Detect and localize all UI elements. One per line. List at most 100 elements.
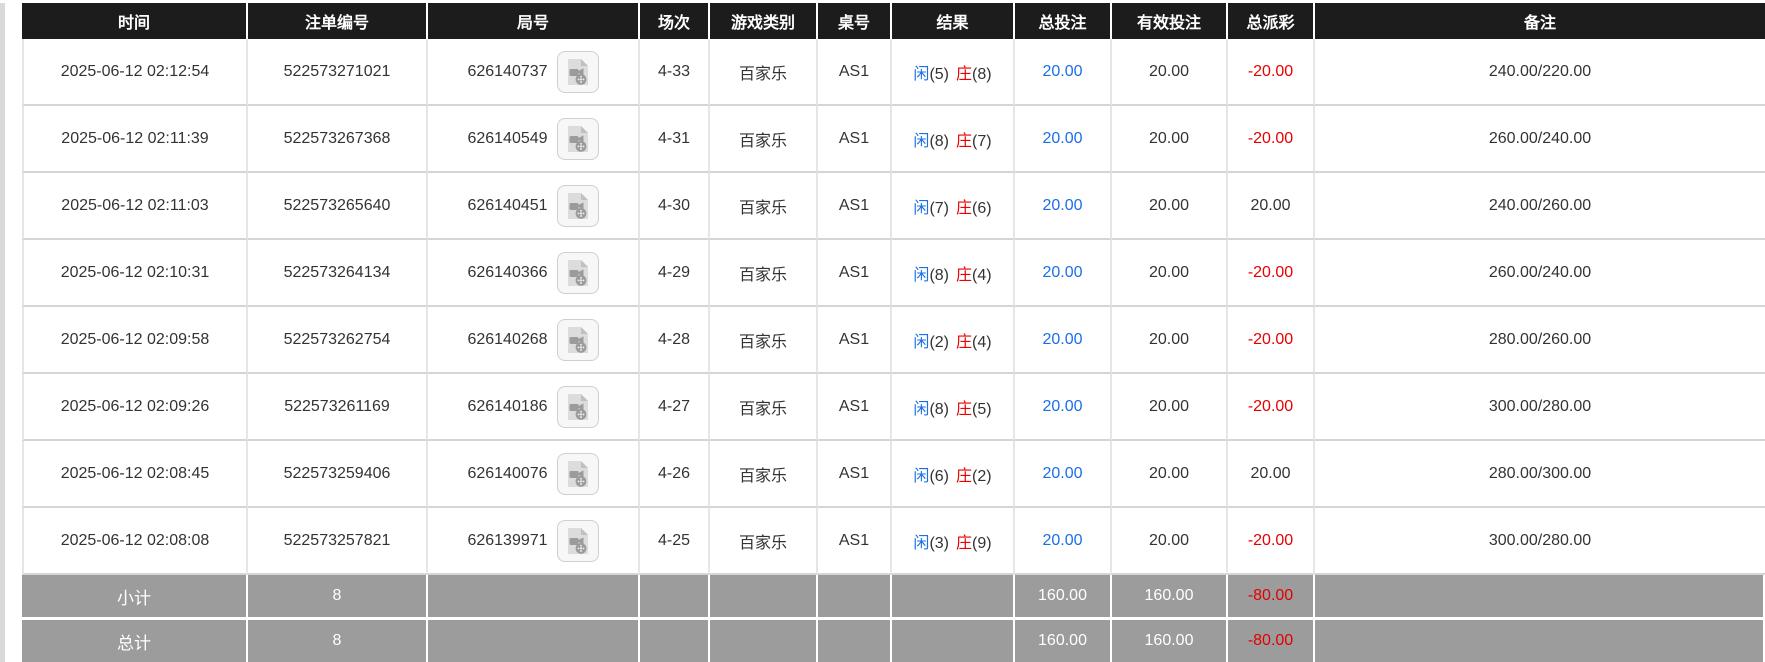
session-cell: 4-27 — [640, 374, 710, 441]
game-type-cell: 百家乐 — [710, 374, 818, 441]
player-result: 闲 — [913, 267, 929, 284]
player-points: (8) — [929, 267, 949, 284]
video-replay-button[interactable] — [557, 51, 599, 93]
column-header-result: 结果 — [892, 3, 1015, 39]
video-replay-button[interactable] — [557, 252, 599, 294]
round-cell: 626140737 — [428, 39, 640, 106]
column-header-payout: 总派彩 — [1228, 3, 1315, 39]
result-cell: 闲(7)庄(6) — [892, 173, 1015, 240]
game-type-cell: 百家乐 — [710, 441, 818, 508]
player-result: 闲 — [913, 66, 929, 83]
remark-cell: 260.00/240.00 — [1315, 106, 1765, 173]
summary-empty-session — [640, 575, 710, 620]
video-replay-button[interactable] — [557, 118, 599, 160]
summary-count-cell: 8 — [248, 620, 428, 662]
bet-id-cell: 522573265640 — [248, 173, 428, 240]
time-cell: 2025-06-12 02:09:58 — [22, 307, 248, 374]
player-result: 闲 — [913, 535, 929, 552]
summary-empty-round — [428, 620, 640, 662]
round-id-text: 626140186 — [467, 398, 547, 416]
header-row: 时间 注单编号 局号 场次 游戏类别 桌号 结果 总投注 有效投注 总派彩 备注 — [22, 3, 1765, 39]
table-row: 2025-06-12 02:10:31 522573264134 6261403… — [22, 240, 1765, 307]
payout-cell: -20.00 — [1228, 307, 1315, 374]
time-cell: 2025-06-12 02:08:45 — [22, 441, 248, 508]
banker-result: 庄 — [956, 200, 972, 217]
player-result: 闲 — [913, 401, 929, 418]
summary-valid-bet-cell: 160.00 — [1112, 620, 1228, 662]
table-no-cell: AS1 — [818, 441, 892, 508]
remark-cell: 260.00/240.00 — [1315, 240, 1765, 307]
banker-result: 庄 — [956, 267, 972, 284]
banker-result: 庄 — [956, 334, 972, 351]
round-id-text: 626140076 — [467, 465, 547, 483]
round-cell: 626140076 — [428, 441, 640, 508]
total-bet-cell: 20.00 — [1015, 307, 1112, 374]
table-no-cell: AS1 — [818, 173, 892, 240]
result-cell: 闲(8)庄(7) — [892, 106, 1015, 173]
remark-cell: 280.00/300.00 — [1315, 441, 1765, 508]
time-cell: 2025-06-12 02:12:54 — [22, 39, 248, 106]
time-cell: 2025-06-12 02:11:39 — [22, 106, 248, 173]
valid-bet-cell: 20.00 — [1112, 508, 1228, 575]
table-no-cell: AS1 — [818, 106, 892, 173]
summary-empty-table — [818, 575, 892, 620]
table-row: 2025-06-12 02:08:45 522573259406 6261400… — [22, 441, 1765, 508]
player-points: (8) — [929, 133, 949, 150]
summary-payout-cell: -80.00 — [1228, 575, 1315, 620]
summary-total-bet-cell: 160.00 — [1015, 620, 1112, 662]
round-id-text: 626140366 — [467, 264, 547, 282]
summary-empty-remark — [1315, 620, 1765, 662]
bet-id-cell: 522573259406 — [248, 441, 428, 508]
video-replay-button[interactable] — [557, 453, 599, 495]
bet-id-cell: 522573261169 — [248, 374, 428, 441]
game-type-cell: 百家乐 — [710, 39, 818, 106]
table-no-cell: AS1 — [818, 39, 892, 106]
banker-result: 庄 — [956, 535, 972, 552]
column-header-game-type: 游戏类别 — [710, 3, 818, 39]
valid-bet-cell: 20.00 — [1112, 173, 1228, 240]
video-replay-button[interactable] — [557, 520, 599, 562]
bet-id-cell: 522573271021 — [248, 39, 428, 106]
time-cell: 2025-06-12 02:10:31 — [22, 240, 248, 307]
game-type-cell: 百家乐 — [710, 508, 818, 575]
game-type-cell: 百家乐 — [710, 307, 818, 374]
summary-empty-remark — [1315, 575, 1765, 620]
summary-empty-session — [640, 620, 710, 662]
player-result: 闲 — [913, 200, 929, 217]
round-cell: 626140268 — [428, 307, 640, 374]
banker-result: 庄 — [956, 468, 972, 485]
summary-total-bet-cell: 160.00 — [1015, 575, 1112, 620]
video-replay-button[interactable] — [557, 185, 599, 227]
video-replay-button[interactable] — [557, 386, 599, 428]
banker-points: (2) — [972, 468, 992, 485]
table-row: 2025-06-12 02:11:03 522573265640 6261404… — [22, 173, 1765, 240]
video-file-icon — [565, 191, 591, 221]
table-row: 2025-06-12 02:08:08 522573257821 6261399… — [22, 508, 1765, 575]
summary-count-cell: 8 — [248, 575, 428, 620]
round-cell: 626140549 — [428, 106, 640, 173]
left-page-edge — [0, 3, 5, 662]
payout-cell: 20.00 — [1228, 173, 1315, 240]
table-row: 2025-06-12 02:09:26 522573261169 6261401… — [22, 374, 1765, 441]
round-cell: 626140186 — [428, 374, 640, 441]
banker-result: 庄 — [956, 401, 972, 418]
player-points: (5) — [929, 66, 949, 83]
payout-cell: 20.00 — [1228, 441, 1315, 508]
banker-points: (4) — [972, 267, 992, 284]
total-bet-cell: 20.00 — [1015, 374, 1112, 441]
summary-payout-cell: -80.00 — [1228, 620, 1315, 662]
player-points: (8) — [929, 401, 949, 418]
result-cell: 闲(8) 庄(4) — [892, 240, 1015, 307]
summary-empty-table — [818, 620, 892, 662]
column-header-round-id: 局号 — [428, 3, 640, 39]
summary-empty-game — [710, 620, 818, 662]
video-replay-button[interactable] — [557, 319, 599, 361]
result-cell: 闲(2)庄(4) — [892, 307, 1015, 374]
bet-records-page: 时间 注单编号 局号 场次 游戏类别 桌号 结果 总投注 有效投注 总派彩 备注… — [0, 0, 1765, 662]
total-bet-cell: 20.00 — [1015, 240, 1112, 307]
total-bet-cell: 20.00 — [1015, 173, 1112, 240]
player-points: (2) — [929, 334, 949, 351]
valid-bet-cell: 20.00 — [1112, 240, 1228, 307]
time-cell: 2025-06-12 02:08:08 — [22, 508, 248, 575]
banker-result: 庄 — [956, 66, 972, 83]
